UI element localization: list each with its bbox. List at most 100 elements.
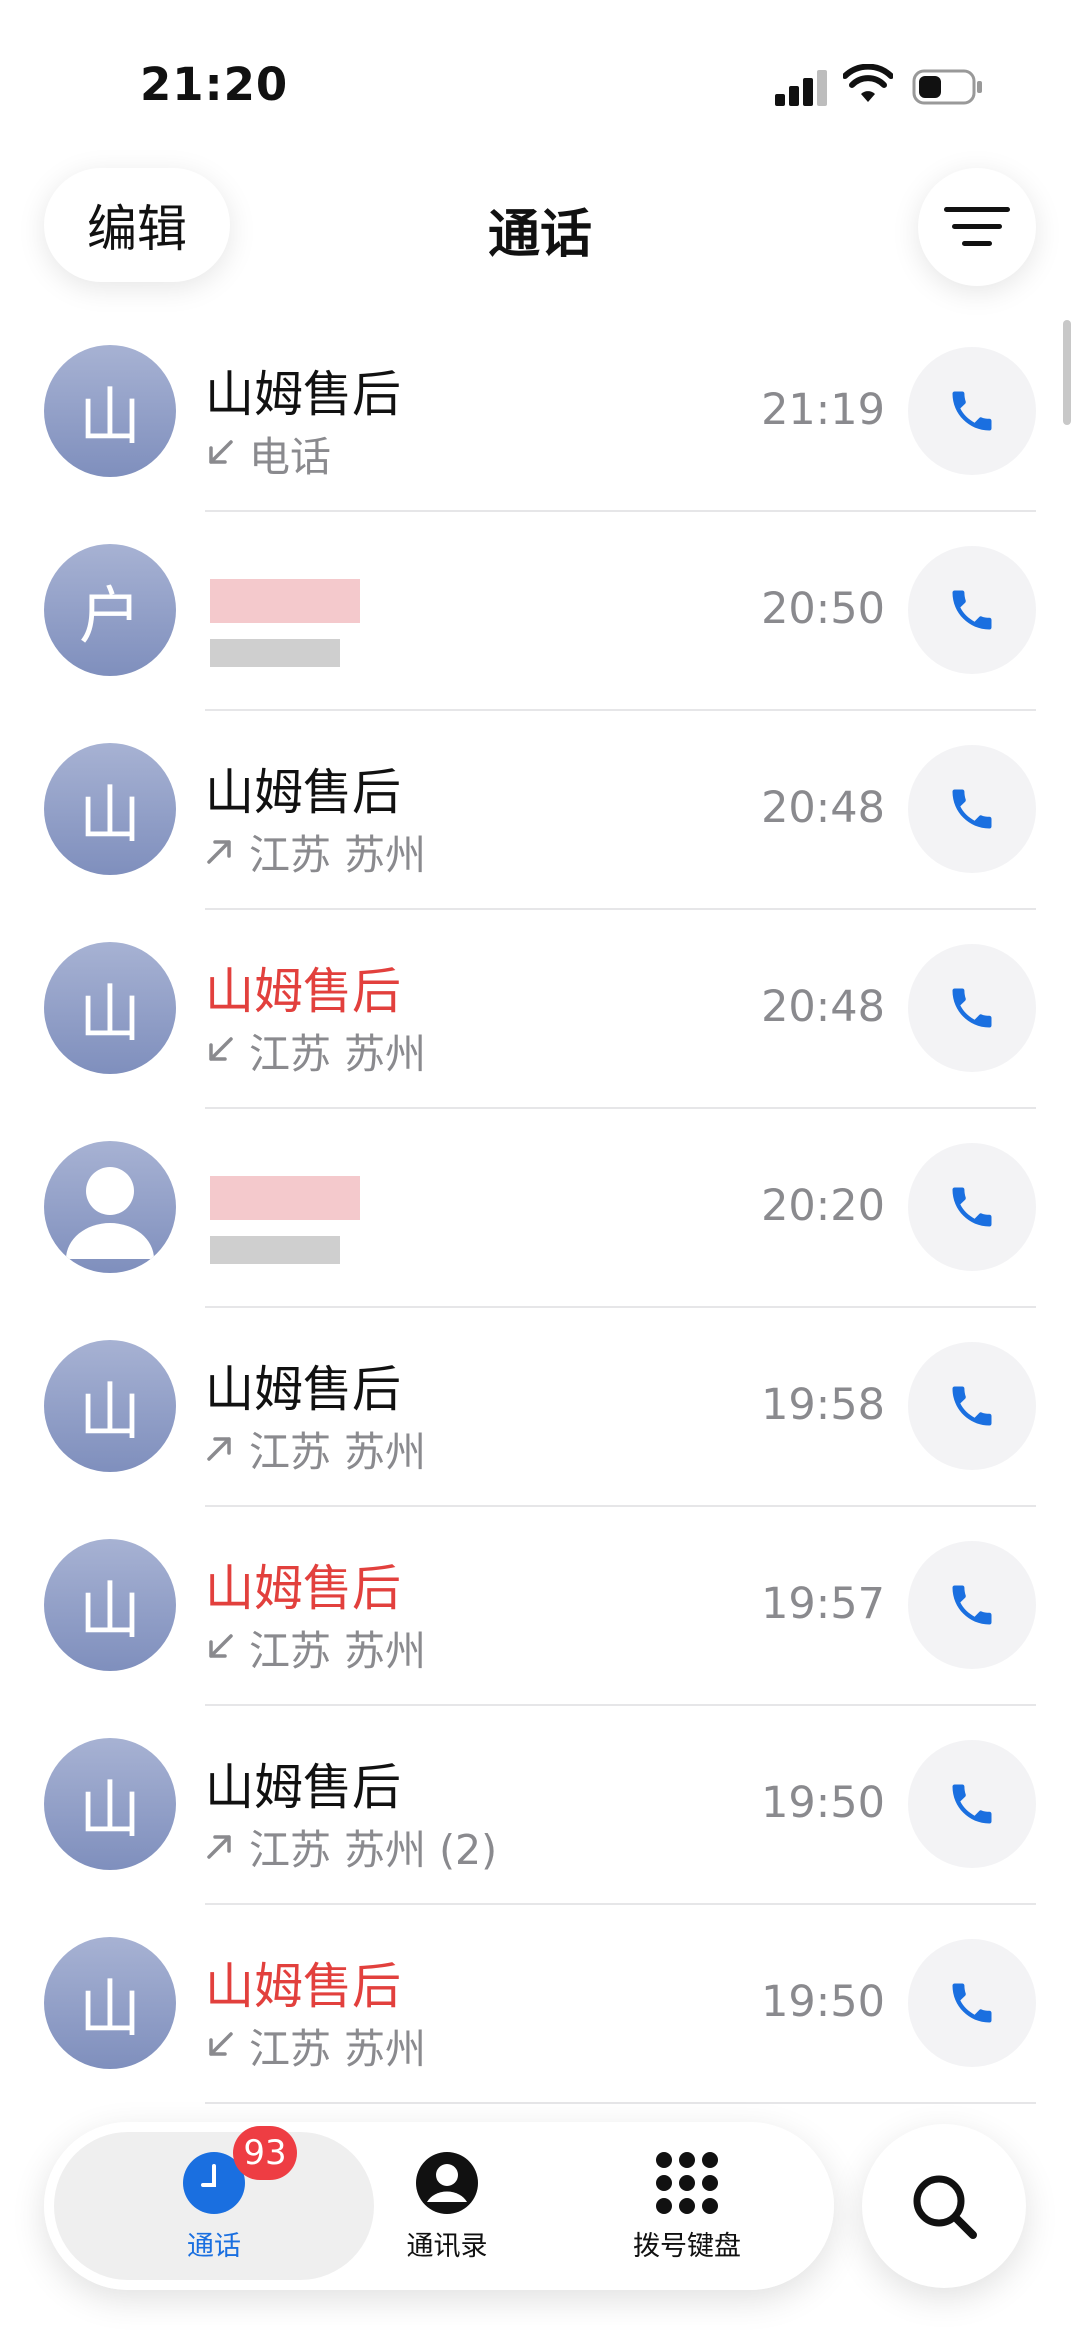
call-detail-text: 电话 — [249, 433, 331, 481]
phone-icon — [952, 1386, 992, 1426]
call-detail: 江苏 苏州 — [205, 1020, 426, 1080]
call-detail: 江苏 苏州 (2) — [205, 1816, 497, 1876]
redacted-name — [210, 579, 360, 623]
call-time: 20:50 — [761, 584, 885, 634]
outgoing-call-icon — [207, 1437, 231, 1461]
phone-icon — [952, 1585, 992, 1625]
contact-avatar: 山 — [44, 345, 176, 477]
call-row[interactable]: 山 山姆售后 江苏 苏州 20:48 — [0, 743, 1080, 942]
contact-avatar: 山 — [44, 1738, 176, 1870]
call-back-button[interactable] — [908, 1143, 1036, 1271]
call-detail: 江苏 苏州 — [205, 821, 426, 881]
incoming-call-icon — [209, 2032, 233, 2056]
contact-avatar: 山 — [44, 1937, 176, 2069]
call-back-button[interactable] — [908, 1939, 1036, 2067]
call-time: 19:50 — [761, 1977, 885, 2027]
row-divider — [205, 709, 1036, 711]
call-row[interactable]: 20:20 — [0, 1141, 1080, 1340]
filter-button[interactable] — [918, 168, 1036, 286]
call-back-button[interactable] — [908, 347, 1036, 475]
row-divider — [205, 908, 1036, 910]
call-row[interactable]: 山 山姆售后 江苏 苏州 19:57 — [0, 1539, 1080, 1738]
phone-icon — [952, 590, 992, 630]
incoming-call-icon — [209, 1634, 233, 1658]
call-time: 19:57 — [761, 1579, 885, 1629]
call-detail: 江苏 苏州 — [205, 1617, 426, 1677]
contact-name: 山姆售后 — [205, 1759, 402, 1816]
contact-avatar: 山 — [44, 1539, 176, 1671]
wifi-icon — [843, 64, 893, 102]
redacted-detail — [210, 639, 340, 667]
phone-icon — [952, 1784, 992, 1824]
call-row[interactable]: 山 山姆售后江苏 苏州 19:58 — [0, 1340, 1080, 1539]
call-row[interactable]: 户 20:50 — [0, 544, 1080, 743]
call-back-button[interactable] — [908, 944, 1036, 1072]
contacts-icon — [416, 2152, 478, 2214]
tab-contacts[interactable]: 通讯录 — [347, 2150, 547, 2263]
phone-icon — [952, 1187, 992, 1227]
call-row[interactable]: 山 山姆售后 电话 21:19 — [0, 345, 1080, 544]
call-row[interactable]: 山 山姆售后 江苏 苏州 (2) 19:50 — [0, 1738, 1080, 1937]
tab-label: 通讯录 — [406, 2231, 488, 2262]
tab-recents[interactable]: 93 通话 — [114, 2126, 314, 2263]
call-detail-text: 江苏 苏州 — [249, 1428, 427, 1476]
contact-name: 山姆售后 — [205, 1361, 402, 1418]
call-detail: 江苏 苏州 — [205, 2015, 426, 2075]
outgoing-call-icon — [207, 840, 231, 864]
redacted-detail — [210, 1236, 340, 1264]
contact-name: 山姆售后 — [205, 764, 402, 821]
contact-avatar: 山 — [44, 743, 176, 875]
call-back-button[interactable] — [908, 745, 1036, 873]
phone-icon — [952, 789, 992, 829]
call-detail-text: 江苏 苏州 — [249, 2025, 427, 2073]
call-time: 20:20 — [761, 1181, 885, 1231]
missed-calls-badge: 93 — [233, 2126, 297, 2180]
tab-label: 拨号键盘 — [633, 2231, 741, 2262]
call-detail: 电话 — [205, 423, 331, 483]
call-row[interactable]: 山 山姆售后江苏 苏州 19:50 — [0, 1937, 1080, 2136]
person-placeholder-icon — [66, 1167, 154, 1259]
search-button[interactable] — [862, 2124, 1026, 2288]
call-detail-text: 江苏 苏州 — [249, 1030, 427, 1078]
row-divider — [205, 2102, 1036, 2104]
call-row[interactable]: 山 山姆售后 江苏 苏州 20:48 — [0, 942, 1080, 1141]
tab-label: 通话 — [187, 2231, 241, 2262]
keypad-icon — [656, 2152, 718, 2214]
call-time: 20:48 — [761, 982, 885, 1032]
tab-keypad[interactable]: 拨号键盘 — [587, 2150, 787, 2263]
phone-icon — [952, 391, 992, 431]
phone-icon — [952, 1983, 992, 2023]
redacted-name — [210, 1176, 360, 1220]
cellular-signal-icon — [775, 70, 827, 106]
call-detail-text: 江苏 苏州 — [249, 831, 427, 879]
row-divider — [205, 1505, 1036, 1507]
call-back-button[interactable] — [908, 1342, 1036, 1470]
avatar-initial: 山 — [78, 1773, 141, 1846]
avatar-initial: 户 — [78, 579, 141, 652]
call-back-button[interactable] — [908, 1541, 1036, 1669]
filter-icon — [944, 207, 1010, 246]
search-icon — [913, 2175, 977, 2239]
avatar-initial: 山 — [78, 977, 141, 1050]
row-divider — [205, 1107, 1036, 1109]
contact-avatar: 山 — [44, 942, 176, 1074]
call-detail: 江苏 苏州 — [205, 1418, 426, 1478]
contact-name: 山姆售后 — [205, 366, 402, 423]
call-back-button[interactable] — [908, 1740, 1036, 1868]
row-divider — [205, 1704, 1036, 1706]
call-time: 19:58 — [761, 1380, 885, 1430]
contact-name: 山姆售后 — [205, 1958, 402, 2015]
call-list: 山山姆售后 电话 21:19 户 20:50 山山姆售后 江苏 苏州 20:48 山山姆售后 江苏… — [0, 345, 1080, 2136]
status-bar: 21:20 — [0, 0, 1080, 150]
call-back-button[interactable] — [908, 546, 1036, 674]
contact-avatar — [44, 1141, 176, 1273]
call-detail-text: 江苏 苏州 — [249, 1627, 427, 1675]
row-divider — [205, 510, 1036, 512]
avatar-initial: 山 — [78, 778, 141, 851]
avatar-initial: 山 — [78, 1574, 141, 1647]
incoming-call-icon — [209, 1037, 233, 1061]
avatar-initial: 山 — [78, 380, 141, 453]
status-time: 21:20 — [140, 58, 289, 111]
avatar-initial: 山 — [78, 1375, 141, 1448]
tab-bar: 93 通话 通讯录 拨号键盘 — [44, 2122, 834, 2290]
